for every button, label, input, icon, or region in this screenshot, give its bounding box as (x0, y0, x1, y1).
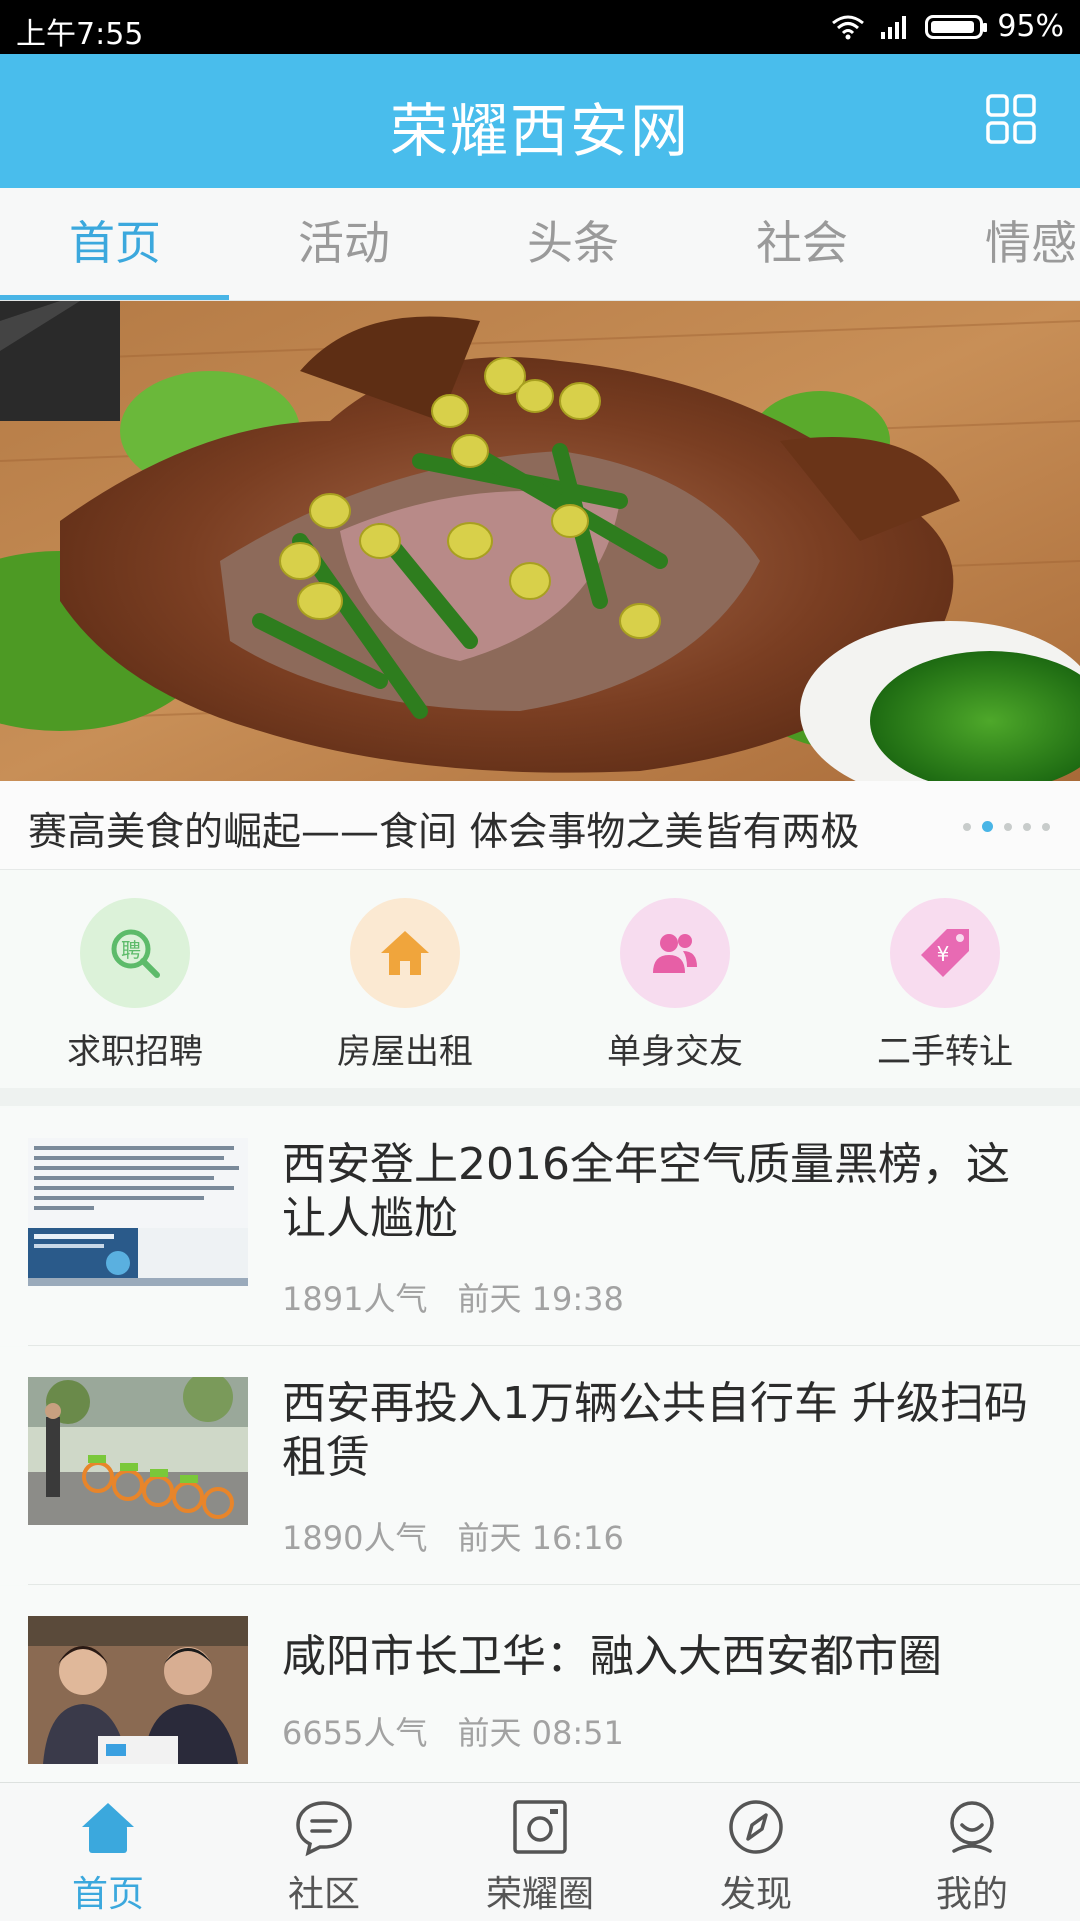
news-item[interactable]: 西安登上2016全年空气质量黑榜，这让人尴尬 1891人气 前天 19:38 (0, 1108, 1080, 1346)
news-title: 西安登上2016全年空气质量黑榜，这让人尴尬 (282, 1139, 1010, 1244)
battery-icon (925, 14, 988, 39)
carousel-dot (1042, 822, 1050, 831)
divider (28, 1584, 1080, 1585)
nav-label: 首页 (71, 1874, 144, 1915)
carousel-dot (1004, 822, 1012, 831)
news-meta: 6655人气 前天 08:51 (282, 1708, 624, 1754)
quick-link-label: 单身交友 (607, 1032, 743, 1072)
app-title: 荣耀西安网 (389, 97, 690, 165)
news-thumbnail (28, 1377, 248, 1525)
camera-icon (513, 1800, 567, 1854)
news-thumbnail (28, 1616, 248, 1764)
status-time: 上午7:55 (16, 17, 144, 52)
tab-society[interactable]: 社会 (687, 188, 917, 300)
news-item[interactable]: 西安再投入1万辆公共自行车 升级扫码租赁 1890人气 前天 16:16 (0, 1347, 1080, 1585)
tab-headlines[interactable]: 头条 (458, 188, 688, 300)
carousel-dots (963, 821, 1050, 832)
house-icon (350, 898, 460, 1008)
quick-link-recruit[interactable]: 聘 求职招聘 (35, 898, 235, 1073)
divider (28, 1345, 1080, 1346)
news-item[interactable]: 咸阳市长卫华：融入大西安都市圈 6655人气 前天 08:51 (0, 1586, 1080, 1782)
nav-profile[interactable]: 我的 (864, 1797, 1080, 1917)
category-tabs: 首页 活动 头条 社会 情感 (0, 188, 1080, 301)
news-time: 前天 16:16 (457, 1519, 624, 1557)
nav-discover[interactable]: 发现 (648, 1797, 864, 1917)
tab-activity[interactable]: 活动 (229, 188, 459, 300)
bottom-nav: 首页 社区 荣耀圈 发现 我的 (0, 1782, 1080, 1921)
news-views: 1891人气 (282, 1280, 428, 1318)
svg-text:聘: 聘 (121, 938, 141, 962)
recruit-icon: 聘 (80, 898, 190, 1008)
news-views: 6655人气 (282, 1714, 428, 1752)
news-title: 咸阳市长卫华：融入大西安都市圈 (282, 1631, 942, 1682)
battery-level: 95% (997, 9, 1064, 44)
app-bar: 荣耀西安网 (0, 54, 1080, 188)
news-title: 西安再投入1万辆公共自行车 升级扫码租赁 (282, 1378, 1028, 1483)
nav-community[interactable]: 社区 (216, 1797, 432, 1917)
news-views: 1890人气 (282, 1519, 428, 1557)
quick-links: 聘 求职招聘 房屋出租 单身交友 ¥ 二手转让 (0, 870, 1080, 1106)
wifi-icon (832, 15, 865, 39)
nav-label: 我的 (935, 1874, 1008, 1915)
status-bar: 上午7:55 95% (0, 0, 1080, 54)
banner-caption-text: 赛高美食的崛起——食间 体会事物之美皆有两极 (28, 810, 860, 855)
tag-icon: ¥ (890, 898, 1000, 1008)
status-icons: 95% (831, 9, 1064, 44)
banner-food-image (0, 301, 1080, 781)
quick-link-secondhand[interactable]: ¥ 二手转让 (845, 898, 1045, 1073)
tab-emotion[interactable]: 情感 (916, 188, 1080, 300)
news-time: 前天 19:38 (457, 1280, 624, 1318)
signal-icon (881, 15, 907, 39)
news-thumbnail (28, 1138, 248, 1286)
quick-link-dating[interactable]: 单身交友 (575, 898, 775, 1073)
chat-bubble-icon (296, 1801, 352, 1857)
nav-label: 荣耀圈 (485, 1874, 594, 1915)
news-meta: 1891人气 前天 19:38 (282, 1274, 624, 1320)
quick-link-label: 二手转让 (877, 1032, 1013, 1072)
quick-link-label: 求职招聘 (67, 1032, 203, 1072)
news-meta: 1890人气 前天 16:16 (282, 1513, 624, 1559)
tab-home[interactable]: 首页 (0, 188, 230, 300)
grid-menu-icon[interactable] (986, 94, 1036, 144)
home-icon (82, 1803, 134, 1853)
profile-icon (950, 1801, 994, 1853)
quick-link-label: 房屋出租 (337, 1032, 473, 1072)
carousel-dot (963, 822, 971, 831)
people-icon (620, 898, 730, 1008)
nav-honor-circle[interactable]: 荣耀圈 (432, 1797, 648, 1917)
banner-carousel[interactable] (0, 301, 1080, 781)
carousel-dot-active (982, 821, 993, 832)
nav-label: 社区 (287, 1874, 360, 1915)
banner-caption[interactable]: 赛高美食的崛起——食间 体会事物之美皆有两极 (0, 781, 1080, 870)
svg-text:¥: ¥ (937, 942, 950, 966)
nav-label: 发现 (719, 1874, 792, 1915)
quick-link-rent[interactable]: 房屋出租 (305, 898, 505, 1073)
tab-indicator (0, 295, 229, 300)
news-time: 前天 08:51 (457, 1714, 624, 1752)
compass-icon (729, 1800, 783, 1854)
nav-home[interactable]: 首页 (0, 1797, 216, 1917)
carousel-dot (1023, 822, 1031, 831)
